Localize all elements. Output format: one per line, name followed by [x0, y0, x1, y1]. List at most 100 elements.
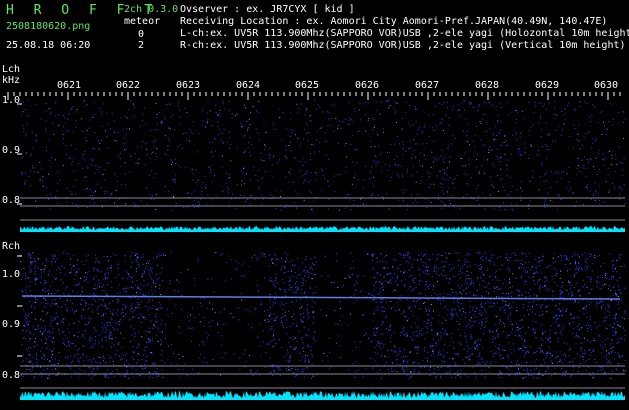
- noise-dot: [490, 150, 492, 151]
- noise-dot: [41, 180, 43, 182]
- noise-dot: [602, 276, 603, 278]
- noise-dot: [69, 191, 71, 193]
- noise-dot: [377, 328, 379, 330]
- noise-dot: [311, 354, 313, 355]
- noise-dot: [416, 352, 418, 354]
- noise-dot: [101, 111, 103, 113]
- noise-dot: [439, 350, 441, 352]
- noise-dot: [140, 256, 142, 258]
- noise-dot: [590, 354, 592, 356]
- noise-dot: [549, 341, 551, 343]
- noise-dot: [505, 140, 507, 142]
- noise-dot: [304, 291, 306, 293]
- noise-dot: [212, 155, 214, 157]
- noise-dot: [558, 126, 560, 128]
- noise-dot: [191, 340, 193, 342]
- noise-dot: [500, 324, 502, 326]
- noise-dot: [426, 286, 428, 288]
- noise-dot: [602, 263, 604, 265]
- noise-dot: [410, 351, 412, 353]
- noise-dot: [121, 311, 123, 313]
- noise-dot: [523, 315, 525, 317]
- noise-dot: [245, 107, 247, 109]
- noise-dot: [609, 189, 610, 191]
- noise-dot: [401, 154, 403, 156]
- noise-dot: [399, 364, 401, 366]
- noise-dot: [467, 347, 469, 349]
- noise-dot: [485, 103, 487, 105]
- noise-dot: [605, 133, 607, 135]
- noise-dot: [522, 307, 524, 309]
- noise-dot: [444, 329, 446, 331]
- noise-dot: [534, 101, 536, 103]
- noise-dot: [350, 143, 352, 145]
- noise-dot: [130, 305, 132, 307]
- noise-dot: [570, 347, 572, 349]
- noise-dot: [578, 367, 580, 368]
- noise-dot: [467, 286, 469, 288]
- noise-dot: [441, 267, 443, 269]
- noise-dot: [578, 328, 580, 330]
- noise-dot: [151, 337, 153, 339]
- noise-dot: [32, 167, 34, 169]
- noise-dot: [87, 187, 89, 189]
- noise-dot: [309, 115, 311, 117]
- noise-dot: [447, 366, 449, 368]
- noise-dot: [546, 108, 547, 110]
- noise-dot: [440, 375, 442, 377]
- noise-dot: [106, 307, 107, 309]
- noise-dot: [512, 209, 514, 211]
- noise-dot: [95, 189, 97, 191]
- noise-dot: [192, 368, 194, 370]
- noise-dot: [116, 369, 118, 371]
- noise-dot: [505, 145, 507, 147]
- noise-dot: [534, 284, 536, 286]
- noise-dot: [219, 110, 221, 112]
- noise-dot: [50, 293, 52, 295]
- noise-dot: [124, 203, 126, 205]
- noise-dot: [440, 303, 442, 305]
- noise-dot: [412, 331, 414, 333]
- noise-dot: [71, 108, 72, 110]
- noise-dot: [537, 271, 539, 273]
- noise-dot: [87, 167, 89, 169]
- noise-dot: [142, 294, 144, 296]
- noise-dot: [619, 289, 621, 291]
- noise-dot: [397, 163, 399, 165]
- noise-dot: [30, 153, 32, 155]
- noise-dot: [493, 186, 495, 188]
- noise-dot: [548, 134, 550, 136]
- noise-dot: [170, 363, 172, 365]
- noise-dot: [399, 143, 400, 145]
- noise-dot: [419, 273, 421, 275]
- noise-dot: [514, 109, 516, 111]
- noise-dot: [333, 130, 335, 132]
- noise-dot: [401, 313, 403, 315]
- noise-dot: [363, 275, 365, 277]
- noise-dot: [464, 316, 466, 318]
- noise-dot: [446, 174, 448, 176]
- noise-dot: [273, 155, 274, 157]
- noise-dot: [612, 259, 614, 261]
- noise-dot: [487, 159, 489, 161]
- noise-dot: [58, 267, 60, 269]
- noise-dot: [476, 289, 478, 291]
- noise-dot: [207, 194, 209, 196]
- noise-dot: [578, 268, 580, 270]
- noise-dot: [198, 313, 200, 315]
- noise-dot: [580, 347, 582, 349]
- noise-dot: [157, 254, 159, 256]
- noise-dot: [77, 259, 79, 261]
- noise-dot: [371, 166, 373, 168]
- noise-dot: [502, 358, 504, 360]
- noise-dot: [124, 291, 126, 293]
- noise-dot: [278, 369, 280, 371]
- noise-dot: [410, 336, 412, 338]
- noise-dot: [418, 280, 420, 282]
- noise-dot: [241, 184, 243, 186]
- noise-dot: [583, 267, 585, 269]
- noise-dot: [57, 323, 59, 325]
- noise-dot: [88, 322, 90, 324]
- noise-dot: [321, 190, 323, 192]
- noise-dot: [81, 370, 83, 371]
